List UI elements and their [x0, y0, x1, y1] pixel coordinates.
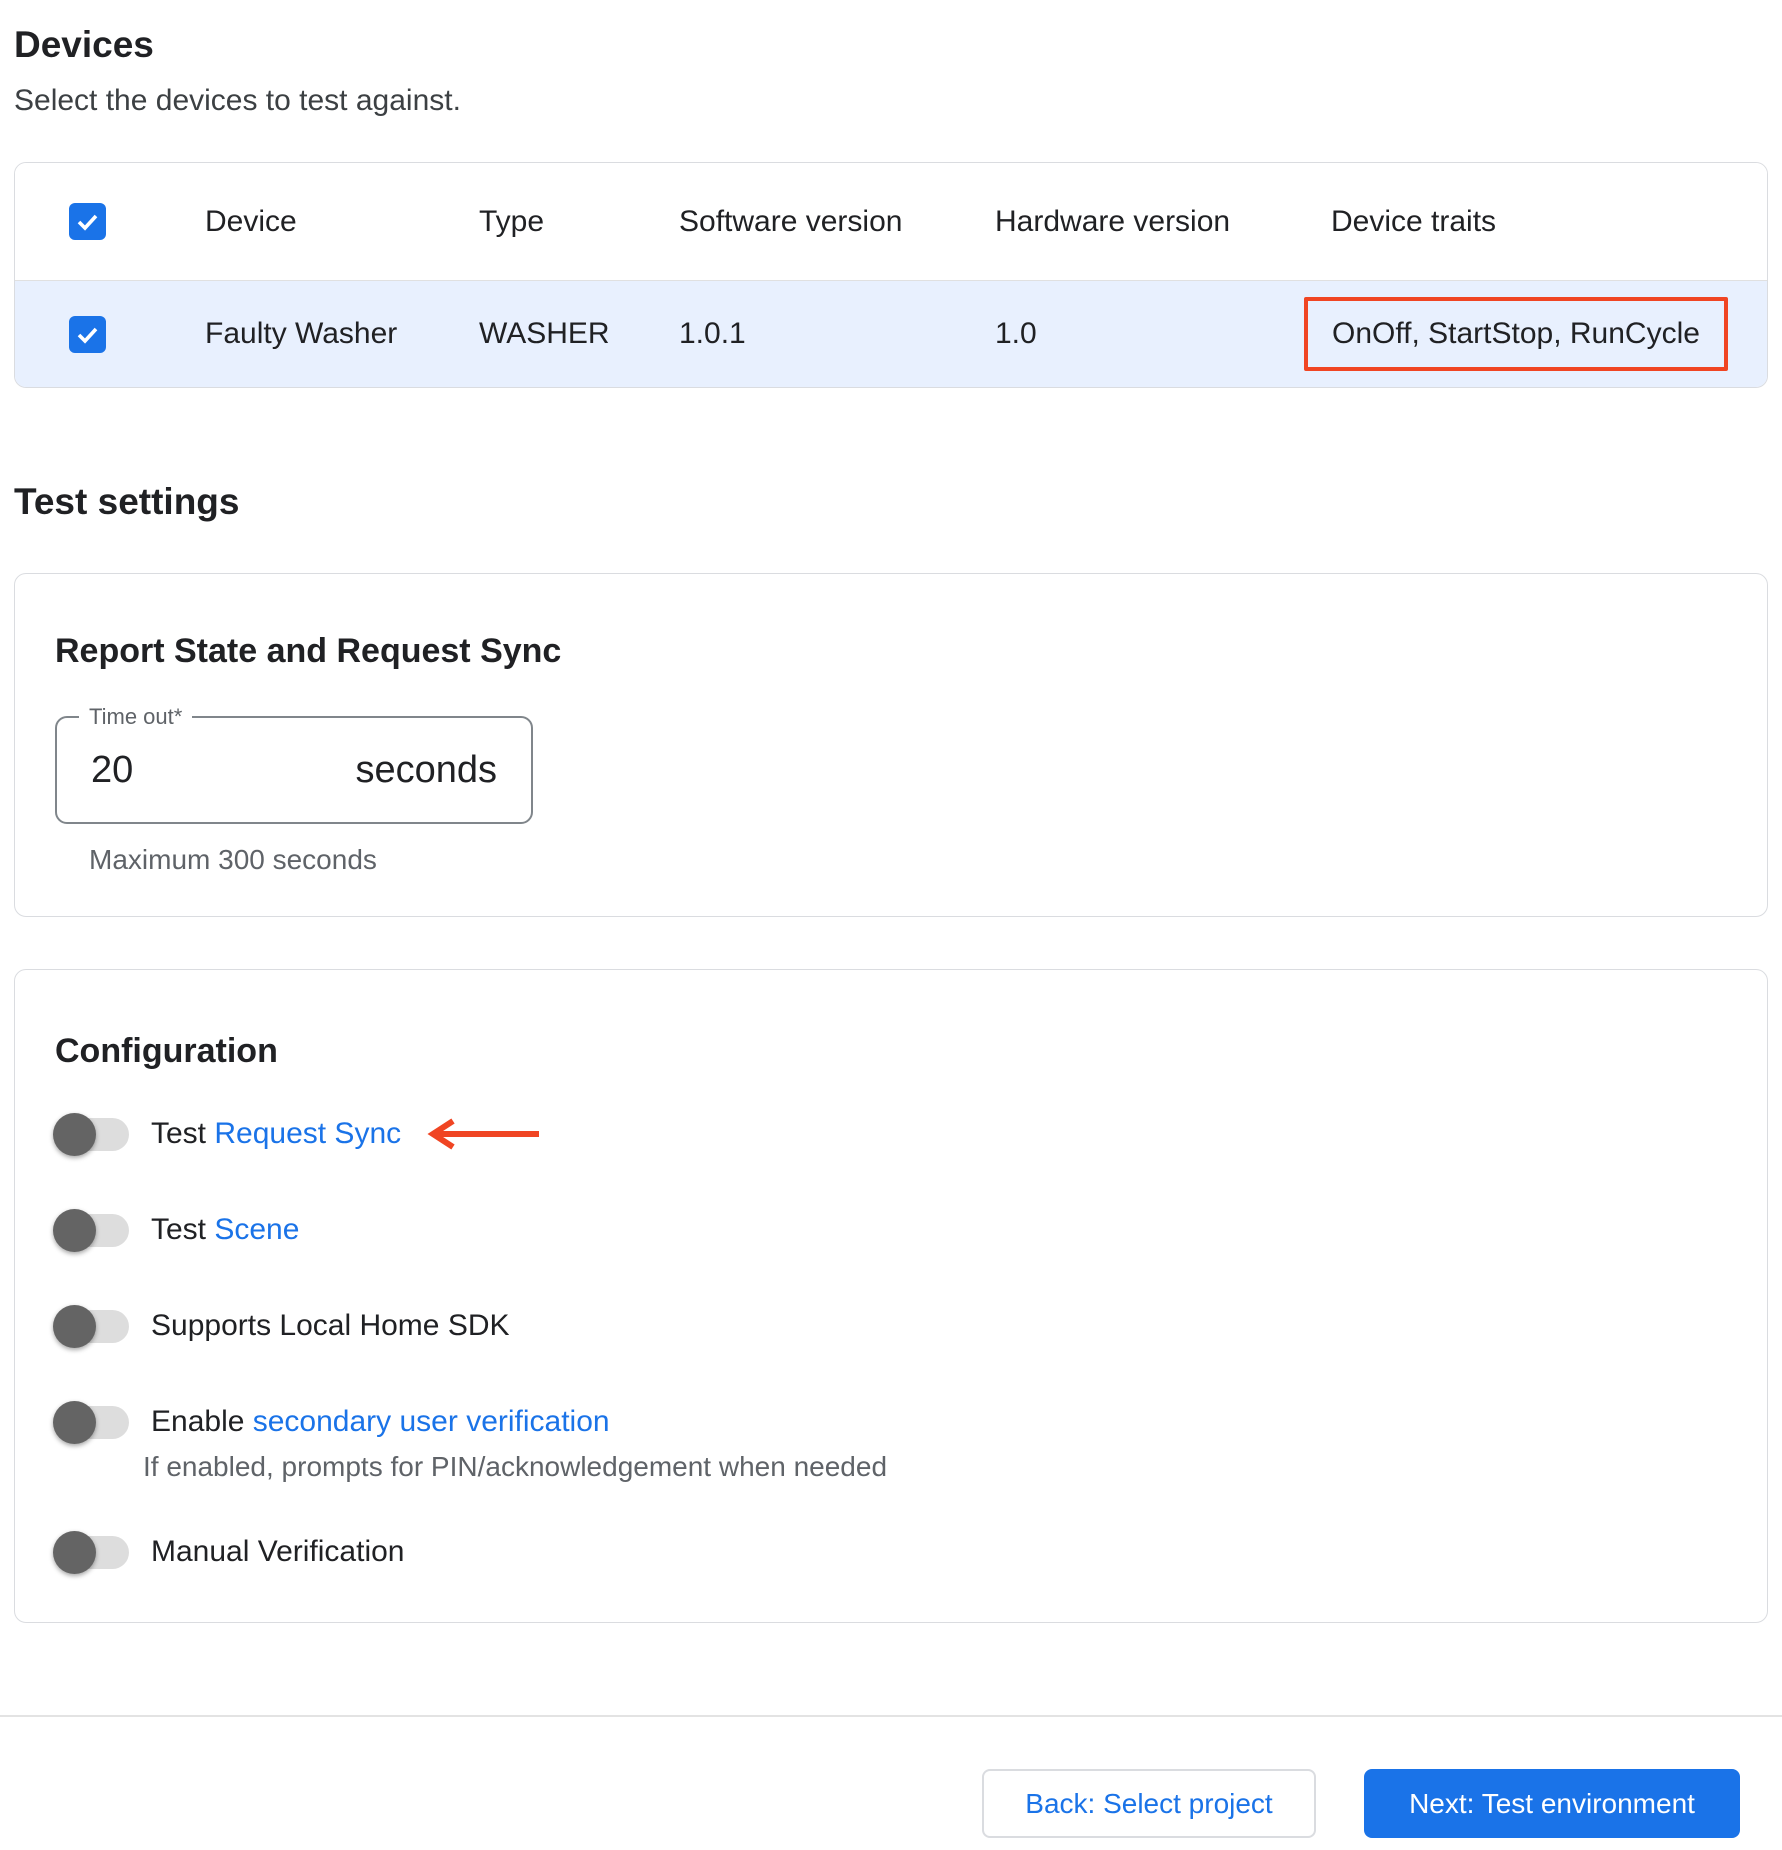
cell-hardware-version: 1.0: [995, 317, 1037, 350]
toggle-thumb: [53, 1530, 96, 1574]
supports-local-home-sdk-toggle[interactable]: [53, 1304, 129, 1348]
devices-table: Device Type Software version Hardware ve…: [14, 162, 1768, 388]
devices-title: Devices: [14, 24, 154, 65]
toggle-block-local-home-sdk: Supports Local Home SDK: [53, 1304, 1727, 1348]
cell-device-name: Faulty Washer: [205, 317, 398, 350]
toggle-label: Test Request Sync: [151, 1117, 401, 1151]
test-request-sync-toggle[interactable]: [53, 1112, 129, 1156]
test-scene-toggle[interactable]: [53, 1208, 129, 1252]
toggle-block-manual-verification: Manual Verification: [53, 1530, 1727, 1574]
report-state-card-title: Report State and Request Sync: [55, 632, 562, 670]
toggle-block-test-scene: Test Scene: [53, 1208, 1727, 1252]
manual-verification-toggle[interactable]: [53, 1530, 129, 1574]
devices-table-header: Device Type Software version Hardware ve…: [15, 163, 1767, 281]
toggle-block-test-request-sync: Test Request Sync: [53, 1112, 1727, 1156]
toggle-label-text: Test: [151, 1117, 215, 1150]
toggle-label-text: Manual Verification: [151, 1535, 405, 1568]
configuration-card-title: Configuration: [55, 1032, 278, 1070]
timeout-unit: seconds: [355, 748, 497, 791]
annotation-arrow-icon: [427, 1118, 540, 1150]
toggle-thumb: [53, 1208, 96, 1252]
column-header-device-traits: Device traits: [1331, 204, 1497, 238]
toggle-block-secondary-user-verification: Enable secondary user verification If en…: [53, 1400, 1727, 1484]
request-sync-link[interactable]: Request Sync: [214, 1117, 401, 1150]
footer-actions: Back: Select project Next: Test environm…: [14, 1769, 1768, 1838]
cell-software-version: 1.0.1: [679, 317, 746, 350]
column-header-hardware-version: Hardware version: [995, 204, 1231, 238]
select-all-checkbox[interactable]: [69, 203, 106, 240]
toggle-label-text: Supports Local Home SDK: [151, 1309, 510, 1342]
column-header-device: Device: [205, 204, 297, 238]
toggle-label: Enable secondary user verification: [151, 1405, 610, 1439]
checkmark-icon: [77, 327, 98, 344]
column-header-software-version: Software version: [679, 204, 903, 238]
timeout-value[interactable]: 20: [91, 749, 133, 792]
test-settings-title: Test settings: [14, 481, 240, 522]
cell-device-type: WASHER: [479, 317, 610, 350]
toggle-label-text: Test: [151, 1213, 215, 1246]
secondary-user-verification-toggle[interactable]: [53, 1400, 129, 1444]
column-header-type: Type: [479, 204, 545, 238]
page: Devices Select the devices to test again…: [0, 0, 1782, 1838]
toggle-label: Manual Verification: [151, 1535, 404, 1569]
cell-device-traits: OnOff, StartStop, RunCycle: [1332, 317, 1700, 350]
toggle-thumb: [53, 1400, 96, 1444]
checkmark-icon: [77, 214, 98, 231]
device-table-row[interactable]: Faulty Washer WASHER 1.0.1 1.0 OnOff, St…: [15, 281, 1767, 387]
timeout-field-label: Time out*: [79, 704, 193, 730]
timeout-helper-text: Maximum 300 seconds: [89, 844, 377, 875]
footer-divider: [0, 1715, 1782, 1717]
toggle-label: Test Scene: [151, 1213, 299, 1247]
toggle-label: Supports Local Home SDK: [151, 1309, 510, 1343]
next-button[interactable]: Next: Test environment: [1364, 1769, 1740, 1838]
device-row-checkbox[interactable]: [69, 315, 106, 353]
report-state-card: Report State and Request Sync Time out* …: [14, 573, 1768, 917]
timeout-field[interactable]: Time out* 20 seconds: [55, 704, 533, 824]
device-traits-annotation-box: OnOff, StartStop, RunCycle: [1304, 297, 1728, 371]
devices-subtitle: Select the devices to test against.: [14, 84, 461, 117]
back-button[interactable]: Back: Select project: [982, 1769, 1316, 1838]
secondary-user-verification-helper: If enabled, prompts for PIN/acknowledgem…: [143, 1451, 888, 1482]
secondary-user-verification-link[interactable]: secondary user verification: [253, 1405, 610, 1438]
toggle-label-text: Enable: [151, 1405, 253, 1438]
toggle-thumb: [53, 1112, 96, 1156]
toggle-thumb: [53, 1304, 96, 1348]
configuration-card: Configuration Test Request Sync Test Sce…: [14, 969, 1768, 1623]
scene-link[interactable]: Scene: [214, 1213, 299, 1246]
